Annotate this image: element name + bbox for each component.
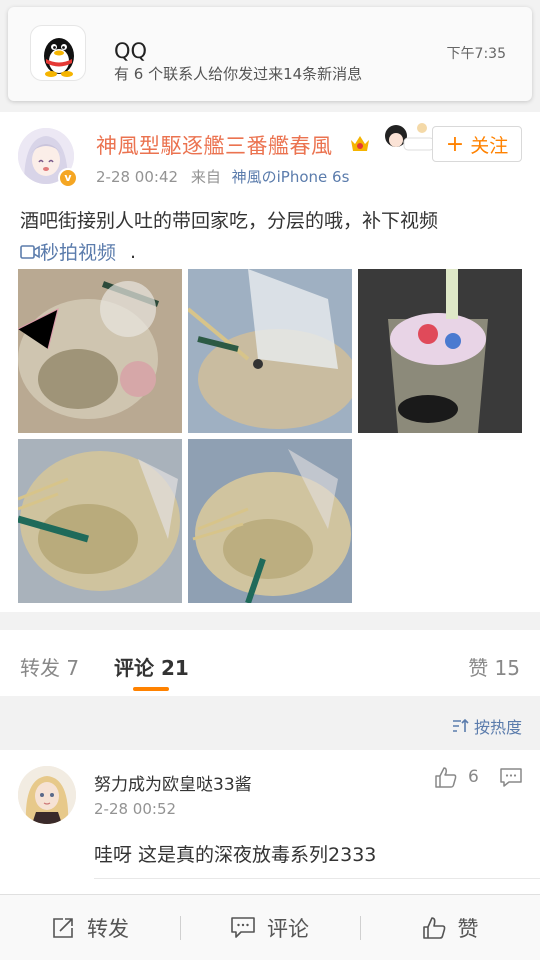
post-image-3[interactable]: [358, 269, 522, 433]
post-action-tabs: 转发 7 评论 21 赞 15: [0, 630, 540, 696]
comment-like-count: 6: [468, 767, 479, 787]
follow-button[interactable]: + 关注: [432, 126, 522, 162]
sort-bar: 按热度: [0, 696, 540, 750]
sort-by-hot-button[interactable]: 按热度: [452, 714, 522, 738]
repost-label: 转发: [87, 917, 129, 941]
video-link[interactable]: 秒拍视频 .: [20, 238, 136, 265]
tab-comments[interactable]: 评论 21: [114, 652, 189, 681]
post-image-2[interactable]: [188, 269, 352, 433]
video-icon: [20, 244, 40, 259]
notification-message: 有 6 个联系人给你发过来14条新消息: [114, 65, 363, 83]
comment-like-button[interactable]: 6: [434, 766, 479, 788]
repost-button[interactable]: 转发: [0, 895, 180, 960]
plus-icon: +: [445, 131, 465, 157]
qq-penguin-icon: [30, 25, 86, 81]
post-meta: 2-28 00:42 来自 神風のiPhone 6s: [96, 166, 349, 187]
post-image-4[interactable]: [18, 439, 182, 603]
comment-item: 努力成为欧皇哒33酱 2-28 00:52 哇呀 这是真的深夜放毒系列2333 …: [0, 750, 540, 896]
post-username[interactable]: 神風型駆逐艦三番艦春風: [96, 130, 333, 160]
crown-badge-icon: [349, 132, 371, 154]
reply-button[interactable]: [500, 768, 522, 792]
post-image-1[interactable]: [18, 269, 182, 433]
verified-badge-icon: v: [58, 168, 78, 188]
comment-time: 2-28 00:52: [94, 800, 177, 818]
share-icon: [53, 918, 73, 938]
sort-label: 按热度: [473, 718, 522, 737]
trailing-dot: .: [130, 240, 137, 263]
avatar[interactable]: [18, 766, 76, 824]
decorative-sticker-icon: [378, 120, 438, 160]
bottom-action-bar: 转发 评论 赞: [0, 894, 540, 960]
notification-app-name: QQ: [114, 39, 148, 63]
notification-time: 下午7:35: [446, 46, 506, 62]
weibo-post: v 神風型駆逐艦三番艦春風 + 关注 2-28 00:42 来自 神風のiPho…: [0, 112, 540, 612]
tab-repost[interactable]: 转发 7: [20, 652, 79, 681]
comment-text: 哇呀 这是真的深夜放毒系列2333: [94, 844, 377, 866]
follow-label: 关注: [470, 134, 509, 157]
post-source-prefix: 来自: [190, 168, 221, 186]
comment-bubble-icon: [500, 768, 522, 787]
post-time: 2-28 00:42: [96, 168, 179, 186]
sort-icon: [452, 718, 469, 732]
comment-username[interactable]: 努力成为欧皇哒33酱: [94, 770, 252, 795]
notification-banner[interactable]: QQ 有 6 个联系人给你发过来14条新消息 下午7:35: [8, 7, 532, 101]
post-image-5[interactable]: [188, 439, 352, 603]
comment-divider: [94, 878, 540, 879]
comment-label: 评论: [267, 917, 309, 941]
comment-icon: [231, 917, 255, 938]
tab-likes[interactable]: 赞 15: [468, 652, 520, 681]
thumbs-up-icon: [435, 767, 457, 788]
post-device-link[interactable]: 神風のiPhone 6s: [232, 168, 350, 186]
like-label: 赞: [457, 917, 479, 941]
post-text: 酒吧街接别人吐的带回家吃，分层的哦，补下视频: [20, 210, 439, 232]
active-tab-indicator: [133, 687, 169, 691]
comment-button[interactable]: 评论: [180, 895, 360, 960]
video-link-label: 秒拍视频: [40, 242, 117, 264]
thumbs-up-icon: [422, 917, 445, 939]
like-button[interactable]: 赞: [360, 895, 540, 960]
